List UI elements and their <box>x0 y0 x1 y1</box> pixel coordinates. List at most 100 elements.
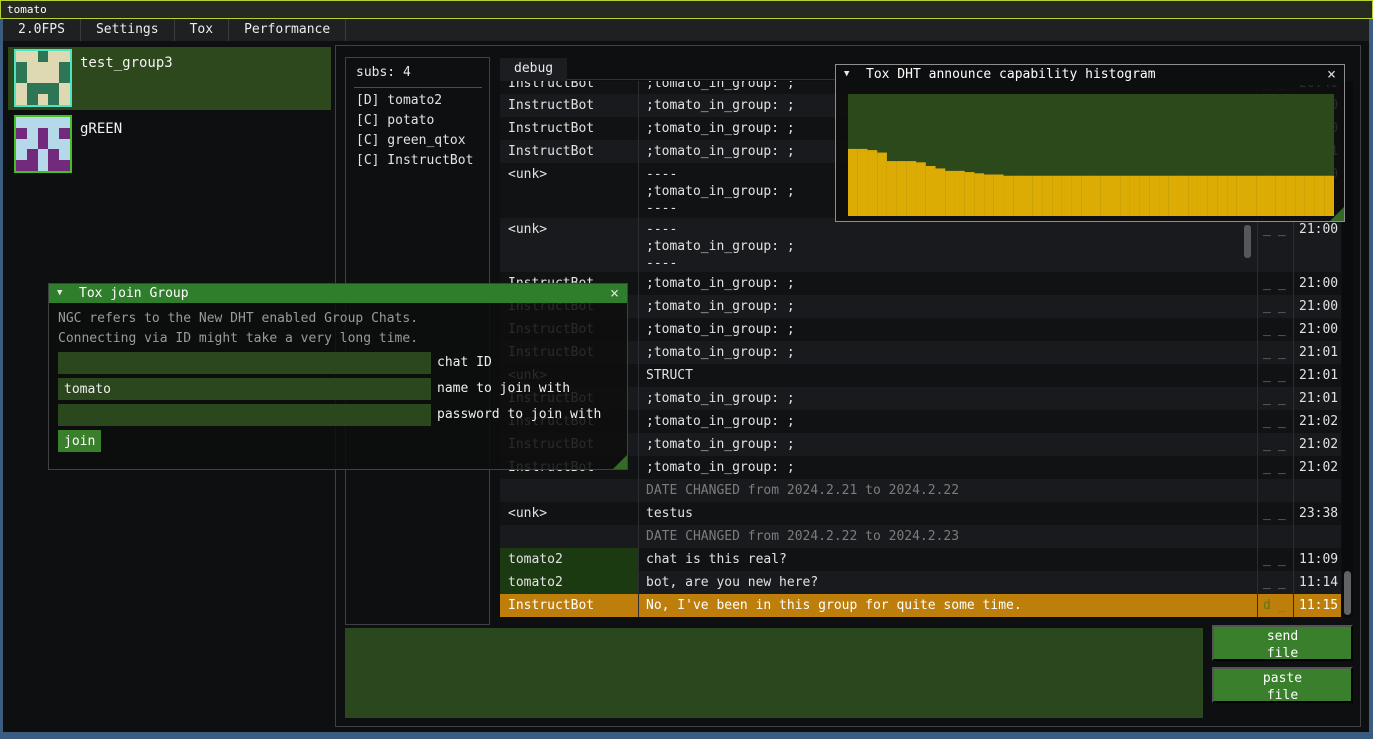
menu-item-2-0fps[interactable]: 2.0FPS <box>3 19 81 41</box>
sender-name: InstructBot <box>500 81 638 94</box>
subs-member[interactable]: [C] InstructBot <box>346 151 489 171</box>
subs-separator <box>354 87 482 88</box>
delivery-indicators: __ <box>1258 295 1292 318</box>
message-timestamp: 21:00 <box>1294 295 1341 318</box>
close-icon[interactable]: × <box>1327 65 1336 83</box>
paste-file-button[interactable]: paste file <box>1212 667 1353 703</box>
sender-name: <unk> <box>500 502 638 525</box>
message-timestamp: 21:02 <box>1294 456 1341 479</box>
collapse-arrow-icon[interactable]: ▼ <box>57 284 62 303</box>
menu-item-settings[interactable]: Settings <box>81 19 175 41</box>
sender-name: tomato2 <box>500 548 638 571</box>
dht-histogram-window: ▼ Tox DHT announce capability histogram … <box>835 64 1345 222</box>
window-title: tomato <box>7 3 47 16</box>
message-text: ;tomato_in_group: ; <box>639 410 1257 433</box>
group-avatar <box>14 49 72 107</box>
chat-id-label: chat ID <box>437 352 492 374</box>
join-info-line: Connecting via ID might take a very long… <box>58 331 418 346</box>
message-text: testus <box>639 502 1257 525</box>
message-text: ;tomato_in_group: ; <box>639 272 1257 295</box>
delivery-indicators: __ <box>1258 318 1292 341</box>
resize-grip[interactable] <box>1330 207 1344 221</box>
delivery-indicators: __ <box>1258 571 1292 594</box>
delivery-indicators: __ <box>1258 218 1292 273</box>
delivery-indicators: __ <box>1258 456 1292 479</box>
group-item-green[interactable]: gREEN <box>8 113 331 176</box>
message-timestamp: 11:09 <box>1294 548 1341 571</box>
tab-debug[interactable]: debug <box>500 58 567 81</box>
password-to-join-with-input[interactable] <box>58 404 431 426</box>
message-timestamp: 21:00 <box>1294 318 1341 341</box>
resize-grip[interactable] <box>613 455 627 469</box>
group-item-test-group3[interactable]: test_group3 <box>8 47 331 110</box>
window-border <box>0 19 3 739</box>
date-separator-row[interactable]: DATE CHANGED from 2024.2.21 to 2024.2.22 <box>500 479 1341 502</box>
name-to-join-with-label: name to join with <box>437 378 570 400</box>
message-text: ;tomato_in_group: ; <box>639 433 1257 456</box>
message-text: ;tomato_in_group: ; <box>639 341 1257 364</box>
group-name: gREEN <box>80 121 122 137</box>
group-name: test_group3 <box>80 55 173 71</box>
dht-histogram-titlebar[interactable]: ▼ Tox DHT announce capability histogram … <box>836 65 1344 85</box>
delivery-indicators: __ <box>1258 364 1292 387</box>
join-group-title: Tox join Group <box>79 284 189 303</box>
join-button[interactable]: join <box>58 430 101 452</box>
window-border <box>0 732 1373 739</box>
password-to-join-with-label: password to join with <box>437 404 601 426</box>
name-to-join-with-input[interactable] <box>58 378 431 400</box>
join-group-window: ▼ Tox join Group × NGC refers to the New… <box>48 283 628 470</box>
group-avatar <box>14 115 72 173</box>
message-row[interactable]: <unk>testus__23:38 <box>500 502 1341 525</box>
message-timestamp: 11:14 <box>1294 571 1341 594</box>
message-timestamp: 21:00 <box>1294 218 1341 273</box>
message-row[interactable]: InstructBotNo, I've been in this group f… <box>500 594 1341 617</box>
message-timestamp: 21:02 <box>1294 433 1341 456</box>
delivery-indicators: __ <box>1258 502 1292 525</box>
delivery-indicators: __ <box>1258 548 1292 571</box>
delivery-indicators: __ <box>1258 433 1292 456</box>
send-file-button[interactable]: send file <box>1212 625 1353 661</box>
menu-item-performance[interactable]: Performance <box>229 19 346 41</box>
message-timestamp: 23:38 <box>1294 502 1341 525</box>
date-changed-text: DATE CHANGED from 2024.2.21 to 2024.2.22 <box>639 479 1257 502</box>
chat-scrollbar-thumb[interactable] <box>1344 571 1351 615</box>
menu-item-tox[interactable]: Tox <box>175 19 229 41</box>
window-border <box>1369 19 1373 739</box>
message-input[interactable] <box>345 628 1203 718</box>
dht-histogram-title: Tox DHT announce capability histogram <box>866 65 1156 85</box>
message-text: bot, are you new here? <box>639 571 1257 594</box>
window-titlebar[interactable]: tomato <box>0 0 1373 19</box>
message-text: ;tomato_in_group: ; <box>639 318 1257 341</box>
subs-count-label: subs: 4 <box>356 65 411 80</box>
message-timestamp: 21:02 <box>1294 410 1341 433</box>
subs-member[interactable]: [C] potato <box>346 111 489 131</box>
message-text: ;tomato_in_group: ; <box>639 387 1257 410</box>
sender-name: tomato2 <box>500 571 638 594</box>
message-cell-scrollbar[interactable] <box>1244 225 1251 258</box>
sender-name: InstructBot <box>500 117 638 140</box>
delivery-indicators: __ <box>1258 341 1292 364</box>
message-timestamp: 21:01 <box>1294 364 1341 387</box>
message-row[interactable]: <unk>---- ;tomato_in_group: ; ----__21:0… <box>500 218 1341 273</box>
subs-member[interactable]: [C] green_qtox <box>346 131 489 151</box>
message-timestamp: 11:15 <box>1294 594 1341 617</box>
subs-member[interactable]: [D] tomato2 <box>346 91 489 111</box>
message-row[interactable]: tomato2bot, are you new here?__11:14 <box>500 571 1341 594</box>
sender-name: InstructBot <box>500 594 638 617</box>
delivery-indicators: __ <box>1258 272 1292 295</box>
join-group-titlebar[interactable]: ▼ Tox join Group × <box>49 284 627 303</box>
chat-id-input[interactable] <box>58 352 431 374</box>
sender-name: <unk> <box>500 218 638 273</box>
close-icon[interactable]: × <box>610 284 619 302</box>
message-timestamp: 21:01 <box>1294 387 1341 410</box>
join-info-line: NGC refers to the New DHT enabled Group … <box>58 311 418 326</box>
message-timestamp: 21:00 <box>1294 272 1341 295</box>
message-text: ---- ;tomato_in_group: ; ---- <box>639 218 1257 273</box>
message-text: No, I've been in this group for quite so… <box>639 594 1257 617</box>
date-separator-row[interactable]: DATE CHANGED from 2024.2.22 to 2024.2.23 <box>500 525 1341 548</box>
column-separator[interactable] <box>638 81 639 617</box>
message-row[interactable]: tomato2chat is this real?__11:09 <box>500 548 1341 571</box>
sender-name: InstructBot <box>500 140 638 163</box>
collapse-arrow-icon[interactable]: ▼ <box>844 65 849 84</box>
delivery-indicators: d_ <box>1258 594 1292 617</box>
